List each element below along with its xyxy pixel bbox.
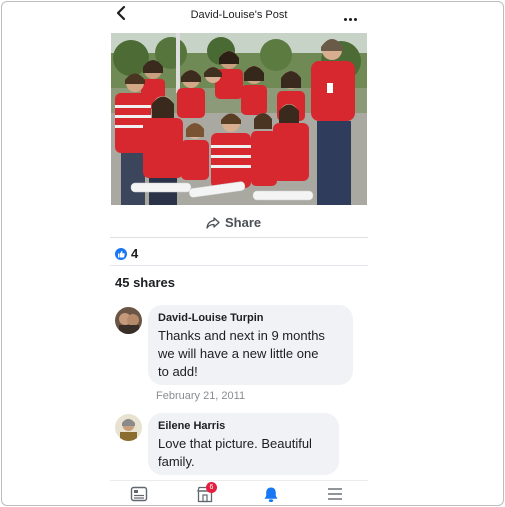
share-arrow-icon [206, 216, 220, 229]
comment-date: February 21, 2011 [156, 390, 246, 402]
comment-line: Love that picture. Beautiful [158, 436, 312, 451]
more-options-button[interactable] [344, 8, 362, 21]
comment-line: family. [158, 454, 195, 469]
news-feed-icon [130, 486, 148, 502]
bottom-navigation: 6 [110, 480, 368, 505]
app-frame: David-Louise's Post Share 4 45 shares Da… [1, 1, 504, 506]
reactions-summary[interactable]: 4 [115, 246, 138, 261]
share-button[interactable]: Share [206, 215, 261, 230]
reaction-count: 4 [131, 246, 139, 261]
divider [110, 265, 368, 266]
comment-bubble[interactable]: David-Louise Turpin Thanks and next in 9… [148, 305, 353, 385]
shares-count[interactable]: 45 shares [115, 275, 175, 290]
nav-notifications[interactable] [262, 486, 282, 504]
comment-line: Thanks and next in 9 months [158, 328, 325, 343]
menu-icon [328, 488, 342, 500]
comment-author[interactable]: David-Louise Turpin [158, 312, 343, 324]
more-dots-icon [344, 18, 347, 21]
post-header: David-Louise's Post [110, 2, 368, 30]
comment-author[interactable]: Eilene Harris [158, 420, 329, 432]
notification-badge: 6 [206, 482, 217, 493]
comment-line: to add! [158, 364, 198, 379]
nav-marketplace[interactable]: 6 [196, 482, 217, 504]
comment-bubble[interactable]: Eilene Harris Love that picture. Beautif… [148, 413, 339, 475]
nav-menu[interactable] [326, 486, 346, 504]
post-actions-bar: Share [110, 208, 368, 238]
nav-news-feed[interactable] [130, 486, 150, 504]
notifications-bell-icon [264, 487, 278, 502]
avatar[interactable] [115, 307, 142, 334]
avatar[interactable] [115, 414, 142, 441]
share-label: Share [225, 215, 262, 230]
family-photo-image [111, 33, 367, 205]
like-reaction-icon [115, 247, 127, 260]
page-title: David-Louise's Post [190, 9, 288, 21]
post-photo[interactable] [111, 33, 367, 205]
comment-line: we will have a new little one [158, 346, 319, 361]
